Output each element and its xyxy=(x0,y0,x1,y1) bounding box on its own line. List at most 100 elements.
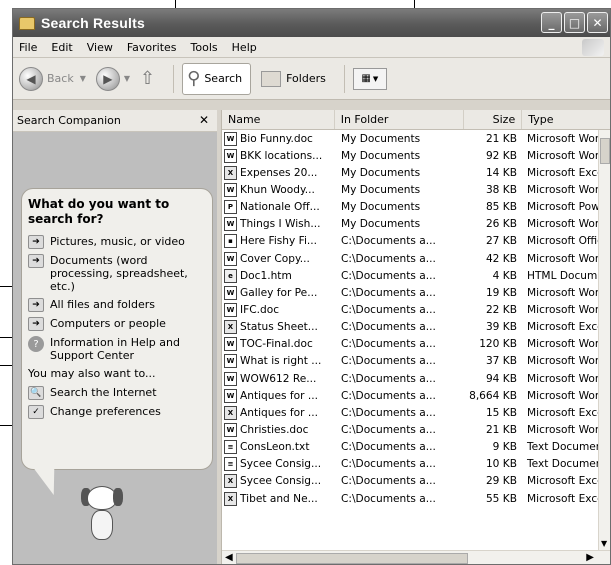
search-dog-icon[interactable] xyxy=(81,486,123,548)
horizontal-scrollbar[interactable]: ◀ ▶ xyxy=(222,550,610,564)
table-row[interactable]: X Antiques for ... C:\Documents a... 15 KB M… xyxy=(222,404,599,421)
title-bar[interactable]: Search Results _ □ ✕ xyxy=(13,9,610,37)
scroll-left-icon[interactable]: ◀ xyxy=(225,552,233,563)
option-label: Pictures, music, or video xyxy=(50,235,185,248)
option-search-internet[interactable]: 🔍 Search the Internet xyxy=(28,386,206,400)
file-name: What is right ... xyxy=(240,355,322,368)
views-button[interactable]: ▦ ▼ xyxy=(352,67,387,90)
folder-search-icon xyxy=(19,16,35,30)
table-row[interactable]: W Bio Funny.doc My Documents 21 KB Microsoft… xyxy=(222,130,599,147)
back-button[interactable]: ◀ Back ▼ xyxy=(19,66,86,91)
file-name: Bio Funny.doc xyxy=(240,132,313,145)
column-header-size[interactable]: Size xyxy=(464,110,523,129)
doc-file-icon: W xyxy=(224,422,237,437)
file-name: BKK locations... xyxy=(240,149,323,162)
table-row[interactable]: X Expenses 20... My Documents 14 KB Microsof… xyxy=(222,164,599,181)
table-row[interactable]: X Status Sheet... C:\Documents a... 39 KB Mi… xyxy=(222,319,599,336)
table-row[interactable]: W Galley for Pe... C:\Documents a... 19 KB M… xyxy=(222,284,599,301)
file-name: Antiques for ... xyxy=(240,389,318,402)
menu-view[interactable]: View xyxy=(87,41,113,54)
table-row[interactable]: W WOW612 Re... C:\Documents a... 94 KB Micro… xyxy=(222,370,599,387)
forward-dropdown-icon: ▼ xyxy=(123,74,131,83)
option-help-support[interactable]: ? Information in Help and Support Center xyxy=(28,336,206,362)
cell-folder: C:\Documents a... xyxy=(341,235,436,248)
close-button[interactable]: ✕ xyxy=(587,12,608,33)
forward-button[interactable]: ▶ ▼ xyxy=(95,66,131,91)
xls-file-icon: X xyxy=(224,320,237,335)
table-row[interactable]: W Khun Woody... My Documents 38 KB Microsoft… xyxy=(222,181,599,198)
table-row[interactable]: W Cover Copy... C:\Documents a... 42 KB Micr… xyxy=(222,250,599,267)
doc-file-icon: W xyxy=(224,302,237,317)
cell-folder: My Documents xyxy=(341,201,421,214)
option-label: Change preferences xyxy=(50,405,161,418)
search-button[interactable]: ⚲ Search xyxy=(182,62,252,95)
table-row[interactable]: X Tibet and Ne... C:\Documents a... 55 KB Mi… xyxy=(222,490,599,507)
maximize-button[interactable]: □ xyxy=(564,12,585,33)
close-pane-icon[interactable]: ✕ xyxy=(199,113,209,127)
option-all-files[interactable]: ➔ All files and folders xyxy=(28,298,206,312)
menu-tools[interactable]: Tools xyxy=(191,41,218,54)
results-list-pane: Name In Folder Size Type W Bio Funny.doc M… xyxy=(221,110,610,564)
up-folder-button[interactable]: ⇧ xyxy=(140,68,155,89)
dog-ear-right xyxy=(113,488,123,506)
cell-folder: C:\Documents a... xyxy=(341,441,436,454)
option-pictures-music-video[interactable]: ➔ Pictures, music, or video xyxy=(28,235,206,249)
table-row[interactable]: ▪ Here Fishy Fi... C:\Documents a... 27 KB M… xyxy=(222,233,599,250)
table-row[interactable]: W What is right ... C:\Documents a... 37 KB… xyxy=(222,353,599,370)
cell-name: X Expenses 20... xyxy=(222,165,335,180)
table-row[interactable]: W Things I Wish... My Documents 26 KB Micros… xyxy=(222,216,599,233)
cell-type: Microsoft Word xyxy=(527,183,599,196)
table-row[interactable]: X Sycee Consig... C:\Documents a... 29 KB Mi… xyxy=(222,473,599,490)
cell-folder: C:\Documents a... xyxy=(341,406,436,419)
vertical-scroll-thumb[interactable] xyxy=(600,138,610,164)
cell-name: X Tibet and Ne... xyxy=(222,491,335,506)
column-header-type[interactable]: Type xyxy=(522,110,610,129)
cell-size: 21 KB xyxy=(485,423,517,436)
horizontal-scroll-thumb[interactable] xyxy=(236,553,468,564)
cell-size: 26 KB xyxy=(485,218,517,231)
scroll-right-icon[interactable]: ▶ xyxy=(586,552,594,563)
option-documents[interactable]: ➔ Documents (word processing, spreadshee… xyxy=(28,254,206,293)
cell-name: W BKK locations... xyxy=(222,148,335,163)
cell-size: 85 KB xyxy=(485,201,517,214)
table-row[interactable]: W BKK locations... My Documents 92 KB Micros… xyxy=(222,147,599,164)
cell-folder: C:\Documents a... xyxy=(341,475,436,488)
column-header-name[interactable]: Name xyxy=(222,110,335,129)
table-row[interactable]: W Antiques for ... C:\Documents a... 8,664 … xyxy=(222,387,599,404)
menu-file[interactable]: File xyxy=(19,41,37,54)
arrow-right-icon: ➔ xyxy=(28,235,44,249)
doc-file-icon: W xyxy=(224,371,237,386)
column-header-folder[interactable]: In Folder xyxy=(335,110,465,129)
cell-name: W What is right ... xyxy=(222,354,335,369)
cell-name: W TOC-Final.doc xyxy=(222,337,335,352)
scroll-down-icon[interactable]: ▼ xyxy=(601,539,607,548)
xls-file-icon: X xyxy=(224,474,237,489)
menu-help[interactable]: Help xyxy=(232,41,257,54)
option-computers-people[interactable]: ➔ Computers or people xyxy=(28,317,206,331)
table-row[interactable]: e Doc1.htm C:\Documents a... 4 KB HTML Docum… xyxy=(222,267,599,284)
table-row[interactable]: ≡ ConsLeon.txt C:\Documents a... 9 KB Text D… xyxy=(222,439,599,456)
cell-name: W WOW612 Re... xyxy=(222,371,335,386)
window-controls: _ □ ✕ xyxy=(541,12,608,33)
minimize-button[interactable]: _ xyxy=(541,12,562,33)
search-label: Search xyxy=(204,72,243,85)
file-name: ConsLeon.txt xyxy=(240,441,310,454)
back-dropdown-icon: ▼ xyxy=(79,74,86,83)
table-row[interactable]: W TOC-Final.doc C:\Documents a... 120 KB Mic… xyxy=(222,336,599,353)
doc-file-icon: W xyxy=(224,251,237,266)
table-row[interactable]: W Christies.doc C:\Documents a... 21 KB Micr… xyxy=(222,421,599,438)
menu-edit[interactable]: Edit xyxy=(51,41,72,54)
cell-folder: C:\Documents a... xyxy=(341,338,436,351)
toolbar: ◀ Back ▼ ▶ ▼ ⇧ ⚲ Search Folders ▦ ▼ xyxy=(13,58,610,100)
xls-file-icon: X xyxy=(224,491,237,506)
table-row[interactable]: P Nationale Off... My Documents 85 KB Micros… xyxy=(222,199,599,216)
table-row[interactable]: W IFC.doc C:\Documents a... 22 KB Microsoft … xyxy=(222,301,599,318)
menu-favorites[interactable]: Favorites xyxy=(127,41,177,54)
folders-button[interactable]: Folders xyxy=(261,70,326,87)
toolbar-separator xyxy=(343,64,345,93)
cell-size: 4 KB xyxy=(492,269,517,282)
table-row[interactable]: ≡ Sycee Consig... C:\Documents a... 10 KB Te… xyxy=(222,456,599,473)
vertical-scrollbar[interactable]: ▼ xyxy=(598,130,610,550)
option-change-preferences[interactable]: ✓ Change preferences xyxy=(28,405,206,419)
cell-type: Text Document xyxy=(527,441,599,454)
